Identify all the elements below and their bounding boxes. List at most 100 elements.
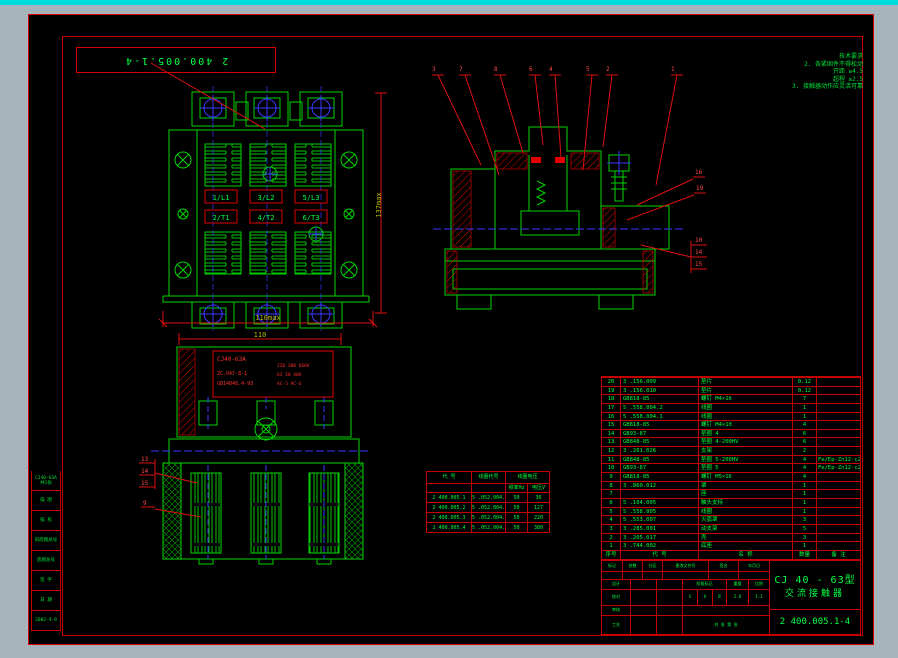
leader-number: 6 bbox=[529, 66, 533, 73]
title-block-revision-area: 标记 处数 分区 更改文件号 签名 年月日 设计 阶段标记 重量 比例 校对 S… bbox=[602, 561, 770, 634]
scale-value: 1:1 bbox=[748, 590, 769, 605]
cad-screenshot: { "stamp": { "text": "2 400.005.1-4" }, … bbox=[0, 0, 898, 658]
variant-header-volt: 电压V bbox=[527, 483, 549, 492]
margin-box: 底图总号 bbox=[31, 551, 61, 571]
label-audit: 审核 bbox=[612, 607, 620, 613]
leader-number: 7 bbox=[459, 66, 463, 73]
coil-variant-table: 代 号 线圈代号 线圈电压 频率Hz 电压V 2 400.005.1 5 .052… bbox=[426, 471, 550, 533]
leader-number: 15 bbox=[695, 261, 703, 268]
parts-list-row: 9 GB818-85 螺钉 M5×16 4 bbox=[602, 472, 860, 481]
stage-mark: B bbox=[712, 590, 726, 605]
leader-number: 2 bbox=[606, 66, 610, 73]
label-craft: 工艺 bbox=[612, 621, 620, 627]
margin-box: 描 图 bbox=[31, 491, 61, 511]
parts-list-row: 10 GB93-87 垫圈 54 Fe/Ep·Zn12·c2C bbox=[602, 463, 860, 473]
leader-number: 13 bbox=[141, 456, 149, 463]
parts-list-row: 12 3 .261.026 支架 2 bbox=[602, 446, 860, 455]
nameplate-rating: 220 380 660V bbox=[277, 363, 310, 369]
parts-list-row: 65 .104.005 触头支持 1 bbox=[602, 497, 860, 507]
terminal-label: 3/L2 bbox=[258, 194, 275, 202]
label-date: 年月日 bbox=[738, 561, 769, 571]
label-scale: 比例 bbox=[748, 580, 769, 589]
parts-list-row: 11 GB848-85 垫圈 5-200HV 4 Fe/Ep·Zn12·c2C bbox=[602, 454, 860, 464]
nameplate-model: CJ40-63A bbox=[217, 356, 246, 363]
label-sheets: 共 张 第 张 bbox=[682, 616, 769, 634]
header-stamp-box: 2 400.005.1-4 bbox=[76, 47, 276, 73]
margin-box: 描 校 bbox=[31, 511, 61, 531]
leader-number: 16 bbox=[695, 169, 703, 176]
leader-number: 15 bbox=[141, 480, 149, 487]
margin-box: 旧底图总号 bbox=[31, 531, 61, 551]
parts-list-row: 16 5 .558.004.1 线圈 1 bbox=[602, 411, 860, 421]
parts-list-row: 55 .558.005 线圈 1 bbox=[602, 506, 860, 516]
front-view: 1/L1 3/L2 5/L3 2/T1 4/T2 6/T3 bbox=[162, 86, 370, 331]
parts-list-row: 15 GB818-85 螺钉 M4×10 4 bbox=[602, 420, 860, 429]
label-mark: 标记 bbox=[608, 562, 616, 568]
margin-box: 2002-4-9 bbox=[31, 611, 61, 631]
variant-header-group: 线圈电压 bbox=[505, 472, 549, 483]
leader-number: 4 bbox=[549, 66, 553, 73]
label-design: 设计 bbox=[612, 581, 620, 587]
variant-row: 2 400.005.2 5 .052.004.2 50 127 bbox=[427, 502, 549, 512]
label-weight: 重量 bbox=[726, 580, 748, 589]
leader-number: 5 bbox=[586, 66, 590, 73]
leader-number: 10 bbox=[695, 237, 703, 244]
leader-number: 14 bbox=[141, 468, 149, 475]
variant-row: 2 400.005.4 5 .052.004.4 50 380 bbox=[427, 522, 549, 532]
parts-list-row: 83 .860.012 罩1 bbox=[602, 480, 860, 490]
nameplate-rating: 63 50 40A bbox=[277, 372, 302, 378]
margin-box: CJ40-63A 共1张 bbox=[31, 471, 61, 491]
variant-header-code: 代 号 bbox=[442, 474, 456, 480]
parts-list-row: 13 .744.002 底座 1 bbox=[602, 541, 860, 550]
parts-list-row: 20 3 .156.009 垫片 0.12 bbox=[602, 377, 860, 386]
technical-note-line: 2. 各紧固件不得松动 bbox=[804, 60, 863, 68]
parts-list: 20 3 .156.009 垫片 0.12 19 3 .156.010 垫片 0.12 … bbox=[601, 376, 861, 560]
leader-number: 19 bbox=[696, 185, 704, 192]
parts-list-row: 17 5 .558.004.2 线圈 1 bbox=[602, 402, 860, 412]
leader-number: 8 bbox=[494, 66, 498, 73]
leader-number: 3 bbox=[432, 66, 436, 73]
parts-list-row: 23 .205.017 壳3 bbox=[602, 532, 860, 542]
parts-list-row: 14 GB93-87 垫圈 46 bbox=[602, 428, 860, 438]
variant-row: 2 400.005.1 5 .052.004.1 50 36 bbox=[427, 492, 549, 502]
leader-number: 9 bbox=[143, 500, 147, 507]
nameplate: CJ40-63A ZC.047-8-1 GB14048.4-93 220 380… bbox=[212, 350, 334, 398]
stage-mark: A bbox=[697, 590, 712, 605]
technical-note-line: 开距 ≥4.5 bbox=[832, 68, 863, 75]
parts-list-row: 45 .553.007 灭弧罩 3 bbox=[602, 515, 860, 524]
nameplate-code: ZC.047-8-1 bbox=[217, 371, 247, 377]
variant-header-coil: 线圈代号 bbox=[471, 472, 505, 483]
drawing-sheet: 2 400.005.1-4 技术要求 2. 各紧固件不得松动 开距 ≥4.5 超程 ≥… bbox=[28, 14, 874, 645]
terminal-label: 6/T3 bbox=[303, 214, 320, 222]
label-sign: 签名 bbox=[708, 561, 738, 571]
drawing-number: 2 400.005.1-4 bbox=[770, 609, 860, 634]
leader-number: 1 bbox=[671, 66, 675, 73]
terminal-label: 5/L3 bbox=[303, 194, 320, 202]
title-block-name-area: CJ 40 - 63型 交流接触器 2 400.005.1-4 bbox=[770, 561, 860, 634]
technical-note-line: 技术要求 bbox=[838, 53, 863, 60]
weight-value: 2.6 bbox=[726, 590, 748, 605]
header-stamp-text: 2 400.005.1-4 bbox=[123, 54, 229, 66]
margin-box: 日 期 bbox=[31, 591, 61, 611]
stage-mark: S bbox=[682, 590, 697, 605]
terminal-label: 4/T2 bbox=[258, 214, 275, 222]
label-check: 校对 bbox=[612, 594, 620, 600]
product-model: CJ 40 - 63型 bbox=[774, 575, 856, 586]
parts-list-row: 18 GB818-85 螺钉 M4×16 7 bbox=[602, 394, 860, 403]
side-section-view bbox=[433, 126, 683, 310]
variant-row: 2 400.005.3 5 .052.004.3 50 220 bbox=[427, 512, 549, 522]
parts-list-row: 13 GB848-85 垫圈 4-200HV 6 bbox=[602, 437, 860, 447]
nameplate-standard: GB14048.4-93 bbox=[217, 381, 253, 387]
product-name: 交流接触器 bbox=[784, 589, 845, 599]
technical-notes: 技术要求 2. 各紧固件不得松动 开距 ≥4.5 超程 ≥2.5 3. 接触器动作应灵活… bbox=[727, 53, 863, 91]
title-block: 标记 处数 分区 更改文件号 签名 年月日 设计 阶段标记 重量 比例 校对 S… bbox=[601, 560, 861, 635]
margin-box: 签 字 bbox=[31, 571, 61, 591]
parts-list-row: 33 .285.001 动支架 5 bbox=[602, 523, 860, 533]
terminal-label: 1/L1 bbox=[213, 194, 230, 202]
technical-note-line: 3. 接触器动作应灵活可靠 bbox=[792, 83, 863, 90]
bottom-section-view: CJ40-63A ZC.047-8-1 GB14048.4-93 220 380… bbox=[151, 346, 371, 565]
label-stage: 阶段标记 bbox=[682, 580, 726, 589]
technical-note-line: 超程 ≥2.5 bbox=[832, 75, 863, 83]
label-count: 处数 bbox=[622, 561, 642, 571]
left-margin-column: CJ40-63A 共1张描 图描 校旧底图总号 底图总号签 字日 期 2002-4-… bbox=[31, 471, 61, 631]
